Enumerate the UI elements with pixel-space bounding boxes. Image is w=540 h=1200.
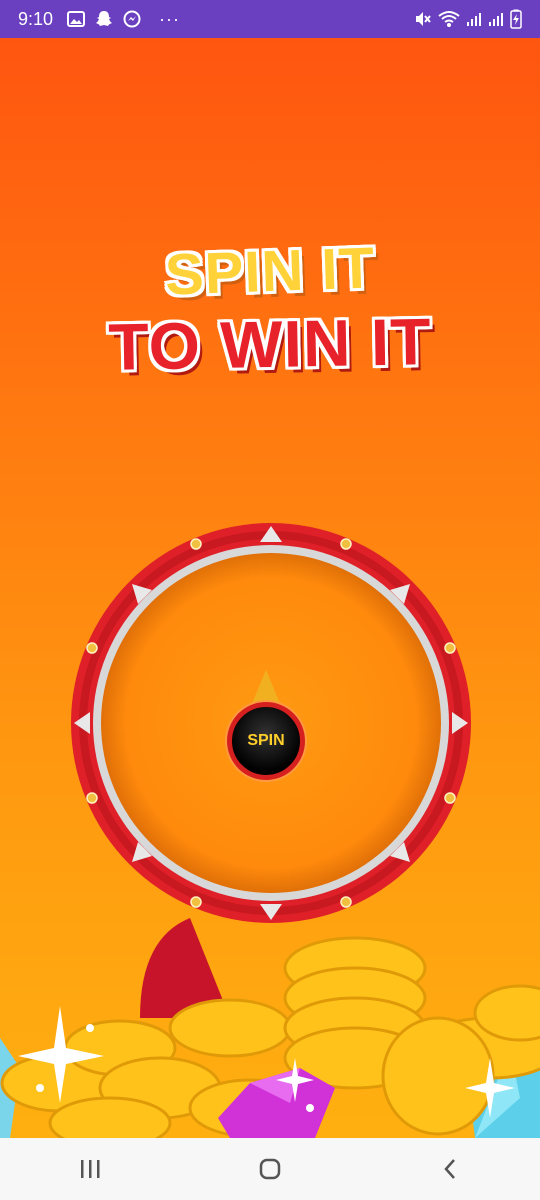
home-icon xyxy=(259,1158,281,1180)
wifi-icon xyxy=(438,11,460,27)
navigation-bar xyxy=(0,1138,540,1200)
messenger-icon xyxy=(123,10,141,28)
image-icon xyxy=(67,11,86,27)
signal-icon xyxy=(489,13,503,26)
coins-decoration xyxy=(0,918,540,1138)
headline-line2: TO WIN IT xyxy=(107,304,433,384)
snapchat-icon xyxy=(96,11,113,26)
spin-screen: SPIN IT TO WIN IT SPIN xyxy=(0,38,540,1138)
home-button[interactable] xyxy=(230,1144,310,1194)
back-icon xyxy=(444,1159,455,1179)
recents-button[interactable] xyxy=(50,1144,130,1194)
recents-icon xyxy=(81,1160,100,1178)
back-button[interactable] xyxy=(410,1144,490,1194)
mute-icon xyxy=(416,12,431,26)
system-icons xyxy=(414,9,522,29)
notification-icons: ··· xyxy=(67,9,180,30)
headline-line1: SPIN IT xyxy=(163,235,377,308)
status-time: 9:10 xyxy=(18,8,54,29)
signal-icon xyxy=(467,13,481,26)
spin-button-label: SPIN xyxy=(247,732,285,749)
battery-icon xyxy=(510,9,522,29)
spin-button[interactable]: SPIN xyxy=(227,702,305,780)
more-notifications-icon: ··· xyxy=(159,8,181,29)
wheel-pointer xyxy=(251,670,281,706)
status-bar: 9:10 ··· xyxy=(0,0,540,38)
